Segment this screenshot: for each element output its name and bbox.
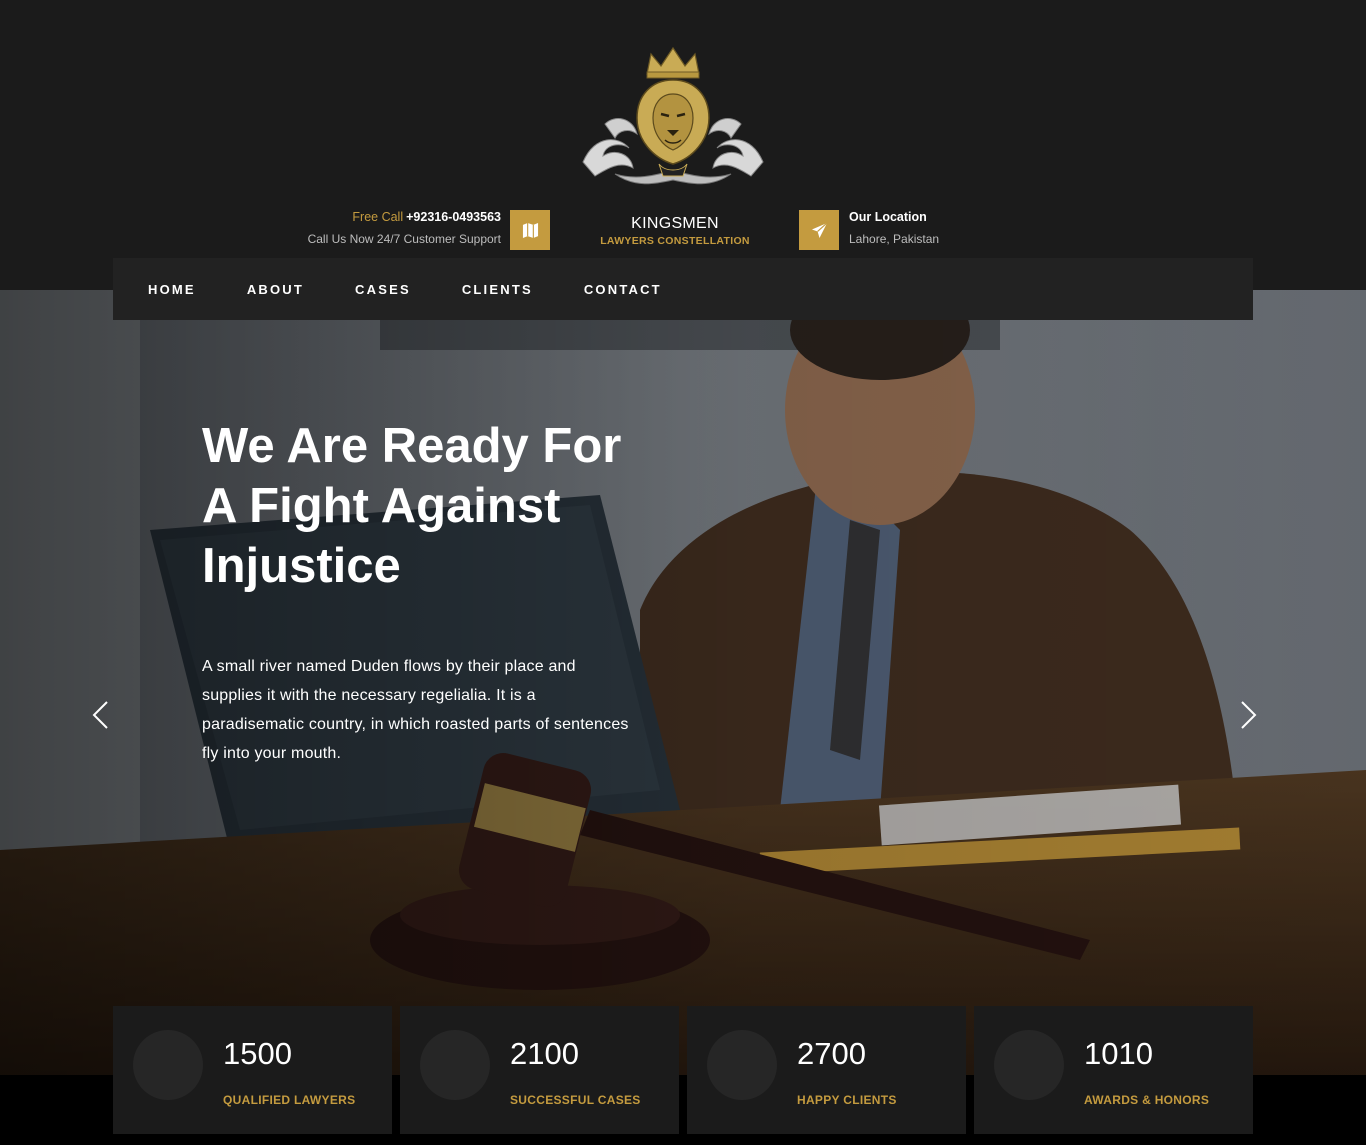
stat-card-awards: 1010 AWARDS & HONORS [974,1006,1253,1134]
stat-label: SUCCESSFUL CASES [510,1093,641,1107]
stat-label: QUALIFIED LAWYERS [223,1093,356,1107]
stat-card-clients: 2700 HAPPY CLIENTS [687,1006,966,1134]
map-icon-box [510,210,550,250]
crest-logo[interactable] [575,44,771,192]
stat-label: AWARDS & HONORS [1084,1093,1210,1107]
location-block: Our Location Lahore, Pakistan [849,210,1049,246]
support-text: Call Us Now 24/7 Customer Support [307,232,501,246]
top-header: Free Call +92316-0493563 Call Us Now 24/7… [0,0,1366,290]
nav-item-cases[interactable]: CASES [355,282,411,297]
slider-next-arrow[interactable] [1236,700,1260,730]
paper-plane-icon-box [799,210,839,250]
stat-value: 2100 [510,1036,579,1071]
brand-block[interactable]: KINGSMEN LAWYERS CONSTELLATION [590,215,760,247]
stat-icon-circle [707,1030,777,1100]
brand-subtitle: LAWYERS CONSTELLATION [600,235,750,247]
stat-label: HAPPY CLIENTS [797,1093,897,1107]
slider-prev-arrow[interactable] [89,700,113,730]
stat-value: 1500 [223,1036,292,1071]
map-icon [522,222,538,238]
free-call-label: Free Call [352,210,404,224]
stat-value: 1010 [1084,1036,1153,1071]
nav-item-clients[interactable]: CLIENTS [462,282,533,297]
hero-headline: We Are Ready For A Fight Against Injusti… [202,416,672,596]
free-call-block: Free Call +92316-0493563 Call Us Now 24/7… [250,210,501,246]
paper-plane-icon [811,222,827,238]
headline-line-3: Injustice [202,539,401,593]
stat-icon-circle [133,1030,203,1100]
headline-line-1: We Are Ready For [202,419,622,473]
lion-crest-icon [582,46,764,185]
brand-name: KINGSMEN [631,215,719,232]
stat-card-cases: 2100 SUCCESSFUL CASES [400,1006,679,1134]
hero-description: A small river named Duden flows by their… [202,658,629,762]
nav-item-about[interactable]: ABOUT [247,282,304,297]
headline-line-2: A Fight Against [202,479,561,533]
stat-icon-circle [994,1030,1064,1100]
main-nav: HOME ABOUT CASES CLIENTS CONTACT [113,258,1253,320]
stat-value: 2700 [797,1036,866,1071]
nav-item-contact[interactable]: CONTACT [584,282,662,297]
chevron-left-icon [92,701,108,729]
free-call-line[interactable]: Free Call +92316-0493563 [250,210,501,224]
location-value: Lahore, Pakistan [849,232,940,246]
location-label: Our Location [849,210,927,224]
nav-item-home[interactable]: HOME [148,282,196,297]
chevron-right-icon [1241,701,1257,729]
stat-card-lawyers: 1500 QUALIFIED LAWYERS [113,1006,392,1134]
page: Free Call +92316-0493563 Call Us Now 24/7… [0,0,1366,1145]
stat-icon-circle [420,1030,490,1100]
phone-number[interactable]: +92316-0493563 [406,210,501,224]
